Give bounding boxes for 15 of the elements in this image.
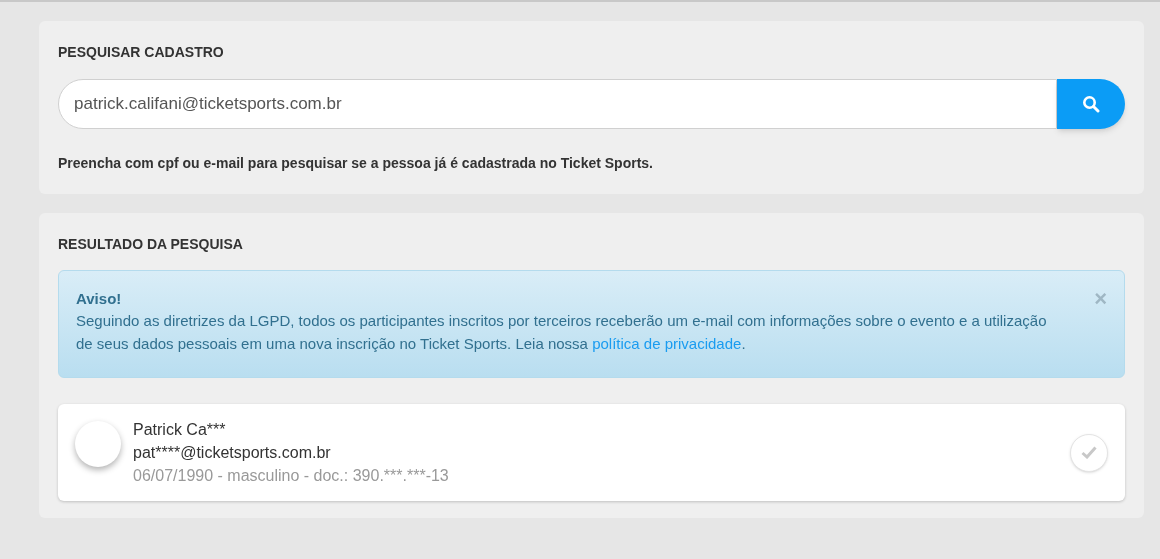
alert-message: Seguindo as diretrizes da LGPD, todos os participantes inscritos por terceiros receberão um e-mail com informações sobre o evento e a utilização de seus dados pessoais em uma nova inscrição no Ticket Sports. Leia nossa política de privacidade. [76,311,1048,354]
result-card[interactable]: Patrick Ca*** pat****@ticketsports.com.br 06/07/1990 - masculino - doc.: 390.***.***-13 [58,404,1125,501]
avatar [75,421,121,467]
panel-title: RESULTADO DA PESQUISA [58,235,244,253]
select-button[interactable] [1070,433,1108,472]
panel-title: PESQUISAR CADASTRO [58,43,225,61]
search-field[interactable]: patrick.califani@ticketsports.com.br [58,79,1057,129]
alert-title: Aviso! [76,289,123,309]
person-details: 06/07/1990 - masculino - doc.: 390.***.***-13 [133,466,450,486]
search-icon [1082,95,1100,113]
search-button[interactable] [1057,79,1125,129]
person-email: pat****@ticketsports.com.br [133,443,332,463]
check-icon [1081,446,1097,459]
hint-text: Preencha com cpf ou e-mail para pesquisar se a pessoa já é cadastrada no Ticket Sports. [58,154,654,173]
person-name: Patrick Ca*** [133,420,227,440]
